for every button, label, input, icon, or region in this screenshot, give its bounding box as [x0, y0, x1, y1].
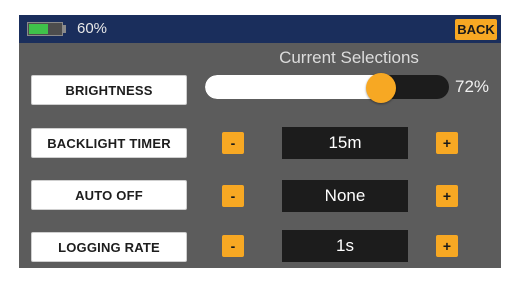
auto-off-increase-button[interactable]: +: [436, 185, 458, 207]
brightness-button[interactable]: BRIGHTNESS: [31, 75, 187, 105]
logging-rate-button[interactable]: LOGGING RATE: [31, 232, 187, 262]
settings-panel: 60% BACK Current Selections BRIGHTNESS 7…: [19, 15, 501, 268]
backlight-timer-value: 15m: [282, 127, 408, 159]
backlight-timer-increase-button[interactable]: +: [436, 132, 458, 154]
logging-rate-decrease-button[interactable]: -: [222, 235, 244, 257]
backlight-timer-button[interactable]: BACKLIGHT TIMER: [31, 128, 187, 158]
back-button[interactable]: BACK: [455, 19, 497, 40]
brightness-slider-track[interactable]: [205, 75, 449, 99]
battery-tip: [63, 25, 66, 33]
brightness-slider-fill: [205, 75, 381, 99]
auto-off-decrease-button[interactable]: -: [222, 185, 244, 207]
brightness-value: 72%: [455, 77, 490, 96]
battery-percentage: 60%: [77, 20, 108, 37]
status-bar: 60% BACK: [19, 15, 501, 43]
battery-icon: [27, 22, 63, 36]
battery-level-fill: [29, 24, 48, 34]
logging-rate-value: 1s: [282, 230, 408, 262]
logging-rate-increase-button[interactable]: +: [436, 235, 458, 257]
device-screen: 60% BACK Current Selections BRIGHTNESS 7…: [0, 0, 506, 282]
backlight-timer-decrease-button[interactable]: -: [222, 132, 244, 154]
brightness-slider-handle[interactable]: [366, 73, 396, 103]
section-title: Current Selections: [279, 48, 419, 67]
auto-off-button[interactable]: AUTO OFF: [31, 180, 187, 210]
auto-off-value: None: [282, 180, 408, 212]
